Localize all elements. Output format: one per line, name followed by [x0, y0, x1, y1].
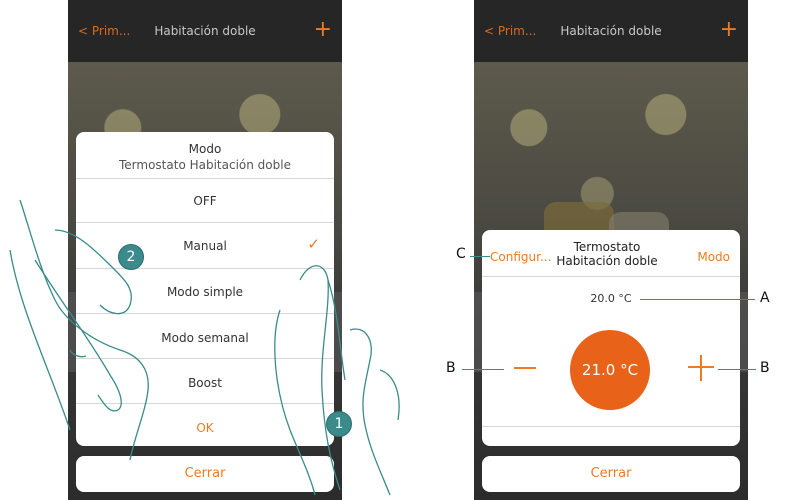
- mode-button[interactable]: Modo: [697, 250, 730, 264]
- divider: [482, 276, 740, 277]
- top-bar: < Prim... Habitación doble +: [474, 0, 748, 62]
- callout-b-left: B: [446, 360, 456, 376]
- decrease-button[interactable]: [514, 367, 536, 369]
- callout-line: [470, 256, 490, 257]
- callout-c: C: [456, 246, 466, 262]
- hand-illustration: [9, 199, 149, 461]
- callout-line: [462, 369, 504, 370]
- callout-line: [640, 299, 755, 300]
- dialog-subtitle: Termostato Habitación doble: [119, 158, 291, 172]
- callout-b-right: B: [760, 360, 770, 376]
- callout-line: [718, 369, 756, 370]
- hand-illustration: [274, 265, 400, 496]
- thermostat-panel: Configur... Termostato Habitación doble …: [482, 230, 740, 446]
- divider: [482, 426, 740, 427]
- increase-button[interactable]: [688, 355, 714, 381]
- close-button[interactable]: Cerrar: [482, 456, 740, 492]
- step-badge-1: 1: [326, 411, 352, 437]
- top-bar: < Prim... Habitación doble +: [68, 0, 342, 62]
- divider: [76, 178, 334, 179]
- add-icon[interactable]: +: [720, 17, 738, 42]
- thermostat-title: Termostato Habitación doble: [556, 240, 658, 268]
- step-badge-2: 2: [118, 244, 144, 270]
- plus-icon-vertical: [700, 355, 702, 381]
- right-phone-screen: < Prim... Habitación doble + Configur...…: [474, 0, 748, 500]
- add-icon[interactable]: +: [314, 17, 332, 42]
- page-title: Habitación doble: [154, 24, 256, 38]
- setpoint-temperature: 21.0 °C: [570, 330, 650, 410]
- dialog-title: Modo: [188, 142, 222, 156]
- page-title: Habitación doble: [560, 24, 662, 38]
- callout-a: A: [760, 290, 770, 306]
